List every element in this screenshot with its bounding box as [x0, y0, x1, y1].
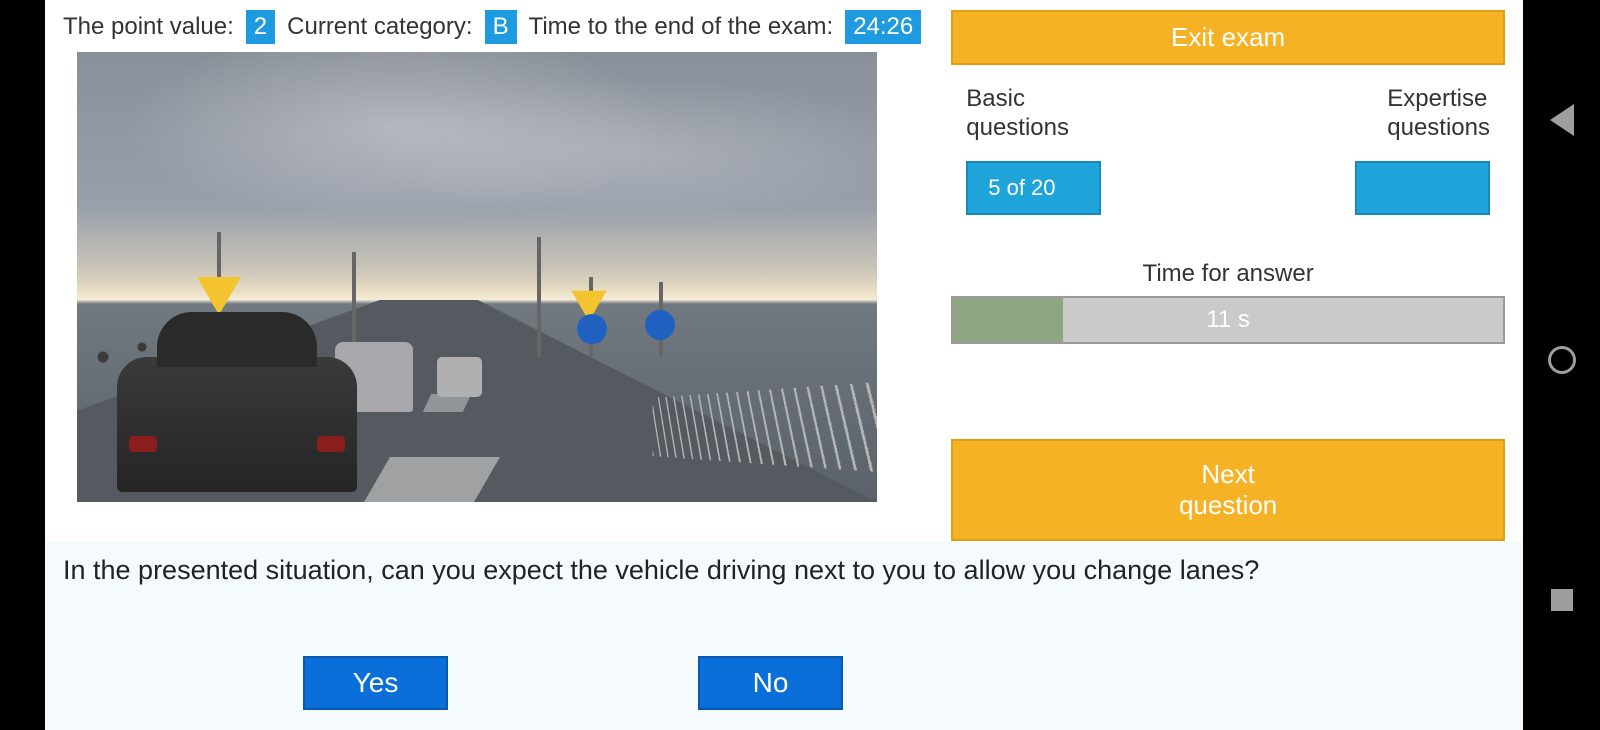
answer-yes-button[interactable]: Yes: [303, 656, 448, 710]
basic-progress-box: 5 of 20: [966, 161, 1101, 215]
left-column: The point value: 2 Current category: B T…: [63, 10, 921, 541]
category-label: Current category:: [287, 13, 472, 41]
exam-time-badge: 24:26: [845, 10, 921, 44]
question-types-boxes: 5 of 20: [951, 161, 1505, 215]
back-button[interactable]: [1545, 103, 1579, 137]
expertise-progress-box: [1355, 161, 1490, 215]
back-icon: [1550, 104, 1574, 136]
exit-exam-button[interactable]: Exit exam: [951, 10, 1505, 65]
home-icon: [1548, 346, 1576, 374]
exam-app: The point value: 2 Current category: B T…: [45, 0, 1523, 720]
info-bar: The point value: 2 Current category: B T…: [63, 10, 921, 44]
answer-timer-value: 11 s: [953, 298, 1503, 342]
exam-time-label: Time to the end of the exam:: [529, 13, 834, 41]
answer-row: Yes No: [63, 656, 1505, 710]
basic-questions-label: Basic questions: [966, 85, 1069, 143]
answer-no-button[interactable]: No: [698, 656, 843, 710]
home-button[interactable]: [1545, 343, 1579, 377]
answer-timer-bar: 11 s: [951, 296, 1505, 344]
points-badge: 2: [246, 10, 275, 44]
recent-icon: [1551, 589, 1573, 611]
question-section: In the presented situation, can you expe…: [45, 541, 1523, 730]
right-column: Exit exam Basic questions Expertise ques…: [951, 10, 1505, 541]
expertise-questions-label: Expertise questions: [1387, 85, 1490, 143]
category-badge: B: [485, 10, 517, 44]
next-question-button[interactable]: Next question: [951, 439, 1505, 541]
question-media: [77, 52, 877, 502]
question-types-labels: Basic questions Expertise questions: [951, 85, 1505, 143]
points-label: The point value:: [63, 13, 234, 41]
answer-timer-label: Time for answer: [951, 260, 1505, 288]
android-nav-bar: [1523, 0, 1600, 720]
top-section: The point value: 2 Current category: B T…: [45, 0, 1523, 541]
question-text: In the presented situation, can you expe…: [63, 555, 1505, 586]
recent-apps-button[interactable]: [1545, 583, 1579, 617]
